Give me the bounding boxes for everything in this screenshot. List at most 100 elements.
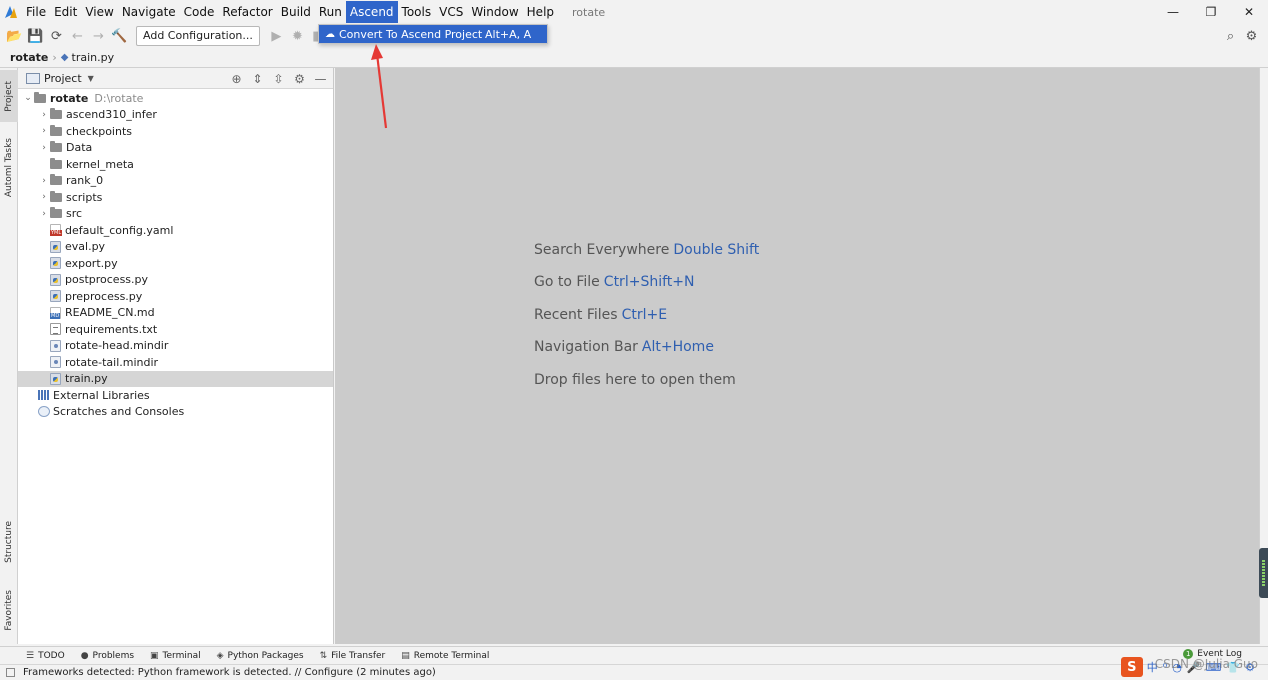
chevron-down-icon[interactable]: ⌄ (22, 93, 34, 103)
locate-file-icon[interactable]: ⊕ (226, 69, 247, 88)
file-transfer-tool-button[interactable]: ⇅ File Transfer (320, 651, 386, 661)
project-tool-tab[interactable]: Project (0, 70, 18, 122)
tree-item[interactable]: rotate-tail.mindir (18, 354, 333, 371)
tree-item-label: External Libraries (53, 388, 150, 402)
tree-item[interactable]: preprocess.py (18, 288, 333, 305)
forward-arrow-icon[interactable]: → (88, 26, 109, 46)
project-panel-title[interactable]: Project (44, 72, 82, 85)
minimize-button[interactable]: — (1154, 0, 1192, 24)
chevron-down-icon[interactable]: ▼ (88, 74, 94, 83)
breadcrumb-root[interactable]: rotate (10, 51, 48, 64)
tree-item[interactable]: kernel_meta (18, 156, 333, 173)
menu-view[interactable]: View (81, 1, 117, 23)
status-message[interactable]: Frameworks detected: Python framework is… (23, 667, 436, 678)
tree-item[interactable]: › ascend310_infer (18, 107, 333, 124)
chevron-right-icon[interactable]: › (38, 143, 50, 153)
favorites-tool-tab[interactable]: Favorites (0, 582, 18, 638)
structure-tool-tab[interactable]: Structure (0, 514, 18, 570)
menu-file[interactable]: File (22, 1, 50, 23)
scratches-item[interactable]: Scratches and Consoles (18, 404, 333, 421)
remote-terminal-tool-button[interactable]: ▤ Remote Terminal (401, 651, 489, 661)
tree-item[interactable]: › scripts (18, 189, 333, 206)
editor-hint: Go to File Ctrl+Shift+N (534, 274, 759, 306)
hide-panel-icon[interactable]: — (310, 69, 331, 88)
hint-shortcut: Alt+Home (641, 339, 714, 356)
menu-window[interactable]: Window (467, 1, 522, 23)
editor-hints: Search Everywhere Double Shift Go to File C… (534, 242, 759, 404)
tree-item-label: kernel_meta (66, 157, 134, 171)
tree-item-label: ascend310_infer (66, 108, 157, 122)
tree-item[interactable]: requirements.txt (18, 321, 333, 338)
menu-item-shortcut: Alt+A, A (485, 27, 532, 41)
problems-tool-button[interactable]: ● Problems (81, 651, 134, 661)
tree-item-label: default_config.yaml (65, 223, 174, 237)
breadcrumb-file[interactable]: train.py (72, 51, 115, 64)
main-toolbar: 📂 💾 ⟳ ← → 🔨 Add Configuration... ▶ ✹ ■ ⌕… (0, 24, 1268, 48)
hint-shortcut: Ctrl+E (621, 306, 668, 323)
run-icon[interactable]: ▶ (266, 26, 287, 46)
project-tree: ⌄ rotate D:\rotate › ascend310_infer › chec… (18, 89, 333, 420)
scratches-icon (38, 406, 50, 418)
menu-tools[interactable]: Tools (398, 1, 436, 23)
sogou-ime-logo-icon[interactable]: S (1120, 657, 1143, 677)
expand-all-icon[interactable]: ⇕ (247, 69, 268, 88)
save-icon[interactable]: 💾 (25, 26, 46, 46)
automl-tasks-tool-tab[interactable]: Automl Tasks (0, 132, 18, 204)
side-widget-handle[interactable] (1259, 548, 1268, 598)
annotation-arrow-icon (371, 44, 388, 129)
terminal-tool-button[interactable]: ▣ Terminal (150, 651, 201, 661)
sync-icon[interactable]: ⟳ (46, 26, 67, 46)
chevron-right-icon[interactable]: › (38, 110, 50, 120)
tree-item[interactable]: postprocess.py (18, 272, 333, 289)
open-folder-icon[interactable]: 📂 (4, 26, 25, 46)
watermark: CSDN @Julia Guo (1154, 657, 1258, 671)
chevron-right-icon[interactable]: › (38, 209, 50, 219)
menu-edit[interactable]: Edit (50, 1, 81, 23)
tree-item[interactable]: export.py (18, 255, 333, 272)
menu-vcs[interactable]: VCS (435, 1, 467, 23)
back-arrow-icon[interactable]: ← (67, 26, 88, 46)
convert-to-ascend-project-item[interactable]: ☁ Convert To Ascend Project Alt+A, A (319, 25, 547, 43)
hint-shortcut: Double Shift (673, 242, 760, 258)
tree-item[interactable]: train.py (18, 370, 333, 387)
tree-item[interactable]: default_config.yaml (18, 222, 333, 239)
editor-hint: Search Everywhere Double Shift (534, 242, 759, 274)
menu-navigate[interactable]: Navigate (118, 1, 180, 23)
collapse-all-icon[interactable]: ⇳ (268, 69, 289, 88)
menu-refactor[interactable]: Refactor (218, 1, 276, 23)
menu-run[interactable]: Run (315, 1, 346, 23)
tree-item[interactable]: README_CN.md (18, 305, 333, 322)
tree-root-rotate[interactable]: ⌄ rotate D:\rotate (18, 90, 333, 107)
todo-tool-button[interactable]: ☰ TODO (26, 651, 65, 661)
chevron-right-icon[interactable]: › (38, 176, 50, 186)
add-configuration-button[interactable]: Add Configuration... (136, 26, 260, 46)
tree-item[interactable]: rotate-head.mindir (18, 338, 333, 355)
tree-item[interactable]: eval.py (18, 239, 333, 256)
tree-item[interactable]: › Data (18, 140, 333, 157)
hint-text: Go to File (534, 274, 600, 291)
restore-button[interactable]: ❐ (1192, 0, 1230, 24)
debug-icon[interactable]: ✹ (287, 26, 308, 46)
menu-help[interactable]: Help (523, 1, 558, 23)
close-button[interactable]: ✕ (1230, 0, 1268, 24)
python-packages-tool-button[interactable]: ◈ Python Packages (217, 651, 304, 661)
tree-item[interactable]: › src (18, 206, 333, 223)
menu-code[interactable]: Code (180, 1, 219, 23)
tree-item[interactable]: › checkpoints (18, 123, 333, 140)
build-hammer-icon[interactable]: 🔨 (109, 26, 130, 46)
panel-settings-gear-icon[interactable]: ⚙ (289, 69, 310, 88)
chevron-right-icon[interactable]: › (38, 126, 50, 136)
editor-empty-area[interactable]: Search Everywhere Double Shift Go to File C… (335, 68, 1259, 644)
text-file-icon (50, 323, 61, 336)
chevron-right-icon[interactable]: › (38, 192, 50, 202)
library-icon (38, 390, 50, 401)
search-icon[interactable]: ⌕ (1220, 26, 1241, 46)
external-libraries-item[interactable]: External Libraries (18, 387, 333, 404)
menu-build[interactable]: Build (277, 1, 315, 23)
status-toggle-icon[interactable] (6, 668, 15, 677)
menu-ascend[interactable]: Ascend (345, 1, 398, 23)
toolbar-right: ⌕ ⚙ (1220, 26, 1262, 46)
settings-gear-icon[interactable]: ⚙ (1241, 26, 1262, 46)
tree-item[interactable]: › rank_0 (18, 173, 333, 190)
menu-bar: File Edit View Navigate Code Refactor Build Run… (0, 0, 1268, 24)
